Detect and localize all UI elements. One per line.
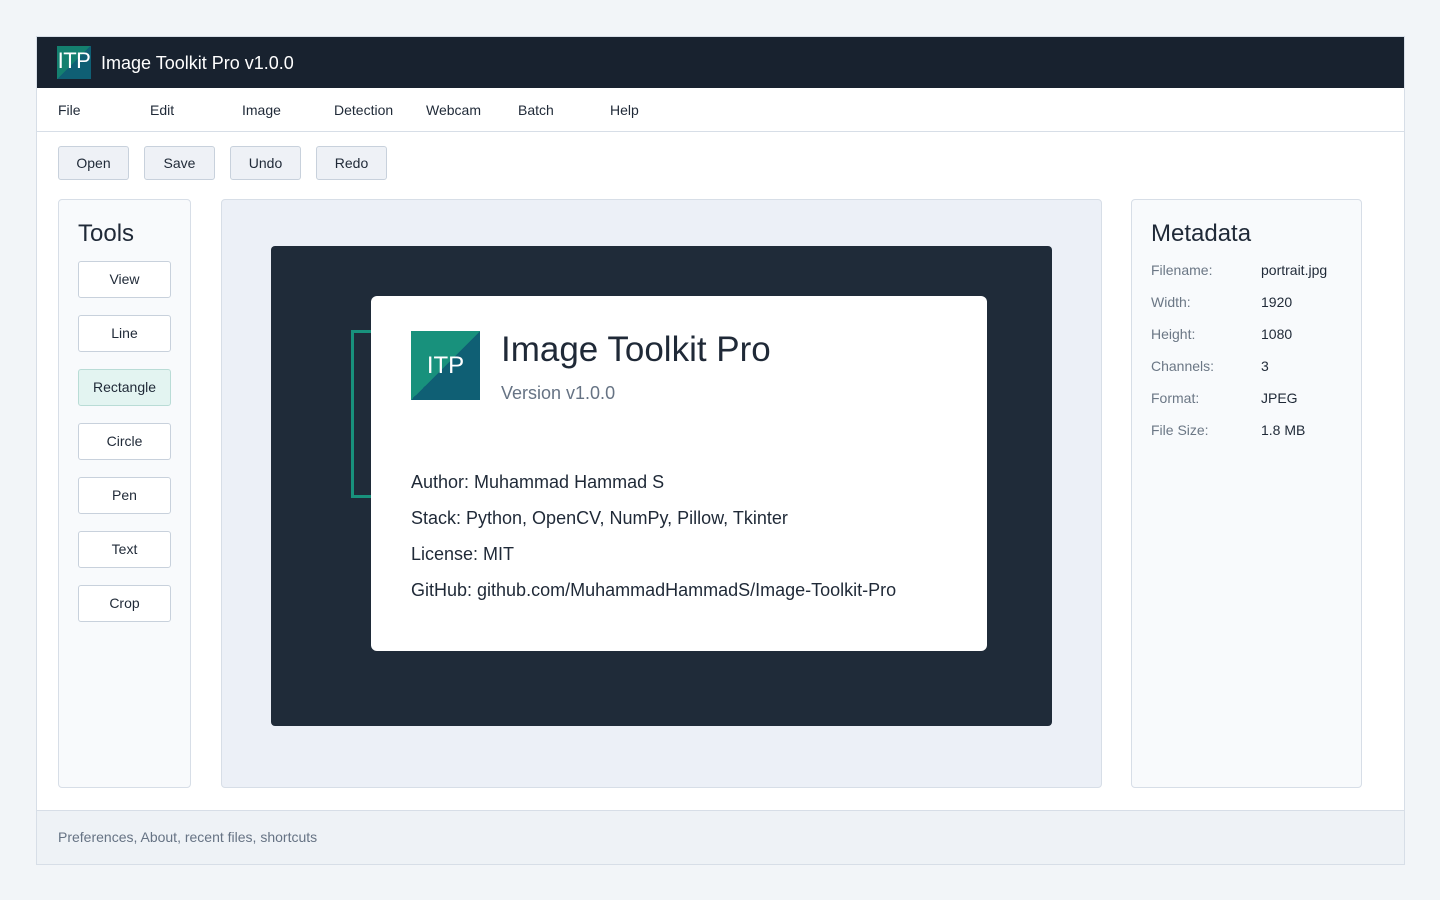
app-window: ITP Image Toolkit Pro v1.0.0 File Edit I…: [36, 36, 1405, 865]
status-bar: Preferences, About, recent files, shortc…: [37, 810, 1404, 864]
redo-button[interactable]: Redo: [316, 146, 387, 180]
image-preview: ITP Image Toolkit Pro Version v1.0.0 Aut…: [271, 246, 1052, 726]
meta-value-height: 1080: [1261, 326, 1293, 342]
menu-help[interactable]: Help: [610, 102, 639, 118]
meta-value-channels: 3: [1261, 358, 1269, 374]
app-logo-icon-large: ITP: [411, 331, 480, 400]
metadata-title: Metadata: [1151, 220, 1252, 247]
about-stack: Stack: Python, OpenCV, NumPy, Pillow, Tk…: [411, 508, 788, 528]
meta-label-filename: Filename:: [1151, 262, 1213, 278]
tool-circle-button[interactable]: Circle: [78, 423, 171, 460]
undo-button[interactable]: Undo: [230, 146, 301, 180]
window-title: Image Toolkit Pro v1.0.0: [101, 53, 294, 73]
menu-edit[interactable]: Edit: [150, 102, 174, 118]
tool-rectangle-button[interactable]: Rectangle: [78, 369, 171, 406]
meta-label-height: Height:: [1151, 326, 1196, 342]
tool-view-button[interactable]: View: [78, 261, 171, 298]
status-text: Preferences, About, recent files, shortc…: [58, 829, 318, 845]
tool-crop-button[interactable]: Crop: [78, 585, 171, 622]
metadata-panel: Metadata Filename: portrait.jpg Width: 1…: [1131, 199, 1362, 788]
menu-image[interactable]: Image: [242, 102, 281, 118]
about-license: License: MIT: [411, 544, 515, 564]
title-bar: ITP Image Toolkit Pro v1.0.0: [37, 37, 1404, 88]
about-github[interactable]: GitHub: github.com/MuhammadHammadS/Image…: [411, 580, 896, 601]
save-button[interactable]: Save: [144, 146, 215, 180]
tools-panel: Tools View Line Rectangle Circle Pen Tex…: [58, 199, 191, 788]
meta-value-format: JPEG: [1261, 390, 1298, 406]
meta-label-filesize: File Size:: [1151, 422, 1209, 438]
meta-value-width: 1920: [1261, 294, 1293, 310]
about-app-name: Image Toolkit Pro: [501, 330, 771, 369]
rectangle-shape: [351, 330, 371, 498]
tools-title: Tools: [78, 220, 135, 247]
about-dialog: ITP Image Toolkit Pro Version v1.0.0 Aut…: [371, 296, 987, 651]
about-author: Author: Muhammad Hammad S: [411, 472, 665, 492]
menu-file[interactable]: File: [58, 102, 81, 118]
meta-label-width: Width:: [1151, 294, 1191, 310]
meta-value-filesize: 1.8 MB: [1261, 422, 1306, 438]
open-button[interactable]: Open: [58, 146, 129, 180]
menu-batch[interactable]: Batch: [518, 102, 554, 118]
meta-label-channels: Channels:: [1151, 358, 1215, 374]
menu-bar: File Edit Image Detection Webcam Batch H…: [37, 88, 1404, 132]
about-version: Version v1.0.0: [501, 383, 616, 403]
tool-line-button[interactable]: Line: [78, 315, 171, 352]
tool-pen-button[interactable]: Pen: [78, 477, 171, 514]
menu-detection[interactable]: Detection: [334, 102, 393, 118]
menu-webcam[interactable]: Webcam: [426, 102, 481, 118]
meta-label-format: Format:: [1151, 390, 1200, 406]
tool-text-button[interactable]: Text: [78, 531, 171, 568]
image-canvas[interactable]: ITP Image Toolkit Pro Version v1.0.0 Aut…: [221, 199, 1102, 788]
app-logo-icon: ITP: [57, 46, 91, 79]
meta-value-filename: portrait.jpg: [1261, 262, 1328, 278]
